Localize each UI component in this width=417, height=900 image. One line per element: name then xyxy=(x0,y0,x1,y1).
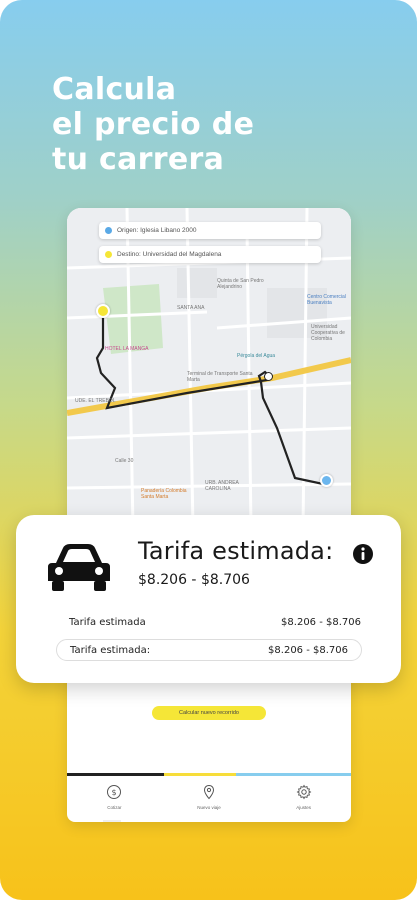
origin-pin[interactable] xyxy=(96,304,110,318)
map-label-andrea: URB. ANDREA CAROLINA xyxy=(205,480,239,492)
map-label-universidad: Universidad Cooperativa de Colombia xyxy=(311,324,345,342)
origin-chip[interactable]: Origen: Iglesia Libano 2000 xyxy=(99,222,321,239)
map-view[interactable]: SANTA ANA Quinta de San Pedro Alejandrin… xyxy=(67,208,351,528)
destination-chip-label: Destino: Universidad del Magdalena xyxy=(117,251,222,258)
destination-pin[interactable] xyxy=(320,474,333,487)
map-label-quinta: Quinta de San Pedro Alejandrino xyxy=(217,278,264,290)
fare-row-label: Tarifa estimada xyxy=(69,616,146,628)
fare-range: $8.206 - $8.706 xyxy=(138,572,250,588)
fare-row-value: $8.206 - $8.706 xyxy=(281,616,361,628)
fare-row-outlined[interactable]: Tarifa estimada: $8.206 - $8.706 xyxy=(56,639,362,661)
calculate-new-route-button[interactable]: Calcular nuevo recorrido xyxy=(152,706,266,720)
map-label-hotel: HOTEL LA MANGA xyxy=(105,346,149,352)
fare-row-value: $8.206 - $8.706 xyxy=(268,644,348,656)
waypoint-pin xyxy=(264,372,273,381)
tab-cotizar-label: Cotizar xyxy=(107,805,122,810)
tab-ajustes[interactable]: Ajustes xyxy=(256,776,351,822)
origin-dot-icon xyxy=(105,227,112,234)
map-label-udea: UDE. EL TREBOL xyxy=(75,398,116,404)
headline-line-3: tu carrera xyxy=(52,142,225,177)
fare-title: Tarifa estimada: xyxy=(138,537,334,565)
fare-row-label: Tarifa estimada: xyxy=(70,644,151,656)
tab-nuevo-viaje[interactable]: Nuevo viaje xyxy=(162,776,257,822)
map-label-calle: Calle 30 xyxy=(115,458,134,464)
home-indicator xyxy=(103,820,121,822)
origin-chip-label: Origen: Iglesia Libano 2000 xyxy=(117,227,197,234)
info-icon[interactable] xyxy=(352,543,374,565)
gear-icon xyxy=(296,784,312,800)
promo-headline: Calcula el precio de tu carrera xyxy=(52,72,254,177)
map-label-centro: Centro Comercial Buenavista xyxy=(307,294,346,306)
map-label-terminal: Terminal de Transporte Santa Marta xyxy=(187,371,253,383)
map-pin-icon xyxy=(203,784,215,800)
headline-line-1: Calcula xyxy=(52,72,177,107)
bottom-tab-bar: $ Cotizar Nuevo viaje Ajustes xyxy=(67,776,351,822)
svg-text:$: $ xyxy=(112,788,117,797)
map-label-panaderia: Panadería Colombia Santa Marta xyxy=(141,488,187,500)
map-label-pergola: Pérgola del Agua xyxy=(237,353,276,359)
headline-line-2: el precio de xyxy=(52,107,255,142)
car-icon xyxy=(48,544,110,591)
tab-cotizar[interactable]: $ Cotizar xyxy=(67,776,162,822)
destination-chip[interactable]: Destino: Universidad del Magdalena xyxy=(99,246,321,263)
fare-row: Tarifa estimada $8.206 - $8.706 xyxy=(69,613,361,631)
destination-dot-icon xyxy=(105,251,112,258)
map-label-santa-ana: SANTA ANA xyxy=(177,305,205,311)
tab-ajustes-label: Ajustes xyxy=(296,805,312,810)
fare-card: Tarifa estimada: $8.206 - $8.706 Tarifa … xyxy=(16,515,401,683)
tab-nuevo-viaje-label: Nuevo viaje xyxy=(197,805,221,810)
dollar-icon: $ xyxy=(107,785,122,799)
